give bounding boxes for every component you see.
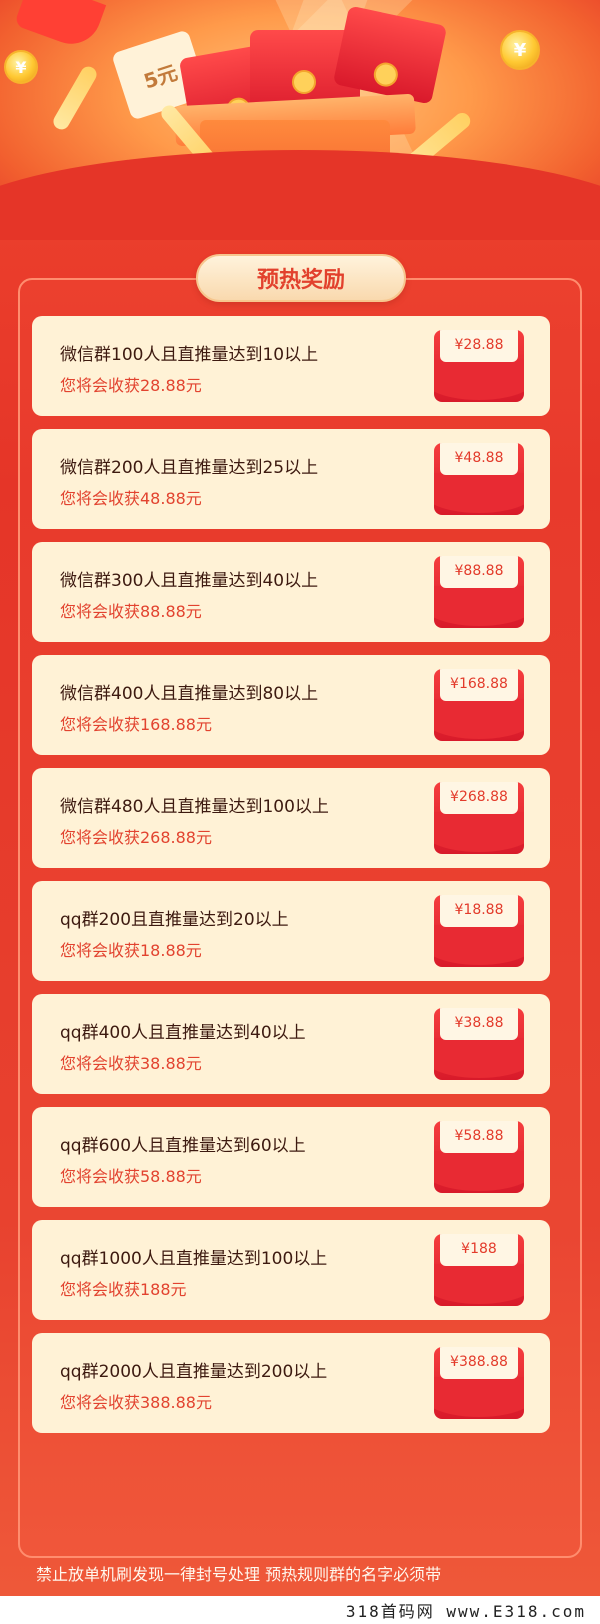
red-envelope-amount: ¥188 (440, 1234, 518, 1266)
envelope-flap (434, 473, 524, 513)
title-text: 预热奖励 (256, 268, 345, 293)
reward-card: 微信群200人且直推量达到25以上 您将会收获48.88元 ¥48.88 (32, 429, 550, 529)
reward-card: 微信群100人且直推量达到10以上 您将会收获28.88元 ¥28.88 (32, 316, 550, 416)
red-envelope-icon: ¥268.88 (434, 782, 524, 854)
reward-card: 微信群300人且直推量达到40以上 您将会收获88.88元 ¥88.88 (32, 542, 550, 642)
red-envelope-amount: ¥58.88 (440, 1121, 518, 1153)
envelope-flap (434, 360, 524, 400)
reward-amount-text: 您将会收获28.88元 (60, 376, 202, 395)
envelope-flap (434, 812, 524, 852)
reward-amount-text: 您将会收获188元 (60, 1280, 187, 1299)
reward-condition: qq群2000人且直推量达到200以上 (60, 1362, 328, 1382)
red-envelope-icon: ¥388.88 (434, 1347, 524, 1419)
ticket-label: 5元 (140, 59, 181, 94)
red-envelope-amount: ¥38.88 (440, 1008, 518, 1040)
reward-card: qq群200且直推量达到20以上 您将会收获18.88元 ¥18.88 (32, 881, 550, 981)
watermark-text: 318首码网 www.E318.com (345, 1602, 586, 1621)
red-envelope-icon: ¥58.88 (434, 1121, 524, 1193)
red-envelope-icon: ¥38.88 (434, 1008, 524, 1080)
reward-condition: qq群1000人且直推量达到100以上 (60, 1249, 328, 1269)
envelope-flap (434, 1151, 524, 1191)
red-envelope-amount: ¥28.88 (440, 330, 518, 362)
notice-line-1: 禁止放单机刷发现一律封号处理 预热规则群的名字必须带 (36, 1565, 442, 1584)
envelope-flap (434, 699, 524, 739)
hero-banner: 5元 ¥ ¥ ¥ (0, 0, 600, 240)
reward-amount-text: 您将会收获38.88元 (60, 1054, 202, 1073)
reward-card: 微信群400人且直推量达到80以上 您将会收获168.88元 ¥168.88 (32, 655, 550, 755)
reward-card: qq群2000人且直推量达到200以上 您将会收获388.88元 ¥388.88 (32, 1333, 550, 1433)
reward-amount-text: 您将会收获388.88元 (60, 1393, 212, 1412)
red-envelope-icon: ¥48.88 (434, 443, 524, 515)
red-envelope-icon: ¥28.88 (434, 330, 524, 402)
envelope-flap (434, 1264, 524, 1304)
red-envelope-icon: ¥88.88 (434, 556, 524, 628)
envelope-flap (434, 1377, 524, 1417)
watermark: 318首码网 www.E318.com (0, 1596, 600, 1624)
page-title: 预热奖励 (196, 254, 406, 302)
red-envelope-amount: ¥268.88 (440, 782, 518, 814)
reward-condition: 微信群400人且直推量达到80以上 (60, 684, 319, 704)
reward-card: qq群1000人且直推量达到100以上 您将会收获188元 ¥188 (32, 1220, 550, 1320)
ribbon (50, 63, 100, 133)
reward-amount-text: 您将会收获168.88元 (60, 715, 212, 734)
reward-condition: qq群200且直推量达到20以上 (60, 910, 289, 930)
reward-condition: qq群400人且直推量达到40以上 (60, 1023, 306, 1043)
reward-condition: 微信群100人且直推量达到10以上 (60, 345, 319, 365)
reward-card: 微信群480人且直推量达到100以上 您将会收获268.88元 ¥268.88 (32, 768, 550, 868)
reward-condition: 微信群480人且直推量达到100以上 (60, 797, 329, 817)
reward-condition: qq群600人且直推量达到60以上 (60, 1136, 306, 1156)
coin-icon: ¥ (500, 30, 540, 70)
red-envelope-amount: ¥18.88 (440, 895, 518, 927)
megaphone-icon (13, 0, 107, 53)
reward-amount-text: 您将会收获58.88元 (60, 1167, 202, 1186)
red-envelope-amount: ¥168.88 (440, 669, 518, 701)
red-envelope-icon: ¥18.88 (434, 895, 524, 967)
red-envelope-amount: ¥48.88 (440, 443, 518, 475)
envelope-flap (434, 586, 524, 626)
reward-card: qq群400人且直推量达到40以上 您将会收获38.88元 ¥38.88 (32, 994, 550, 1094)
reward-condition: 微信群200人且直推量达到25以上 (60, 458, 319, 478)
hero-arc (0, 150, 600, 240)
red-envelope-amount: ¥88.88 (440, 556, 518, 588)
red-envelope-icon: ¥188 (434, 1234, 524, 1306)
red-envelope-icon: ¥168.88 (434, 669, 524, 741)
reward-card: qq群600人且直推量达到60以上 您将会收获58.88元 ¥58.88 (32, 1107, 550, 1207)
reward-amount-text: 您将会收获18.88元 (60, 941, 202, 960)
reward-amount-text: 您将会收获48.88元 (60, 489, 202, 508)
envelope-flap (434, 1038, 524, 1078)
envelope-flap (434, 925, 524, 965)
coin-icon: ¥ (4, 50, 38, 84)
reward-amount-text: 您将会收获268.88元 (60, 828, 212, 847)
page: 5元 ¥ ¥ ¥ 预热奖励 微信群100人且直推量达到10以上您将会收获28.8… (0, 0, 600, 1624)
red-envelope-amount: ¥388.88 (440, 1347, 518, 1379)
reward-amount-text: 您将会收获88.88元 (60, 602, 202, 621)
reward-condition: 微信群300人且直推量达到40以上 (60, 571, 319, 591)
